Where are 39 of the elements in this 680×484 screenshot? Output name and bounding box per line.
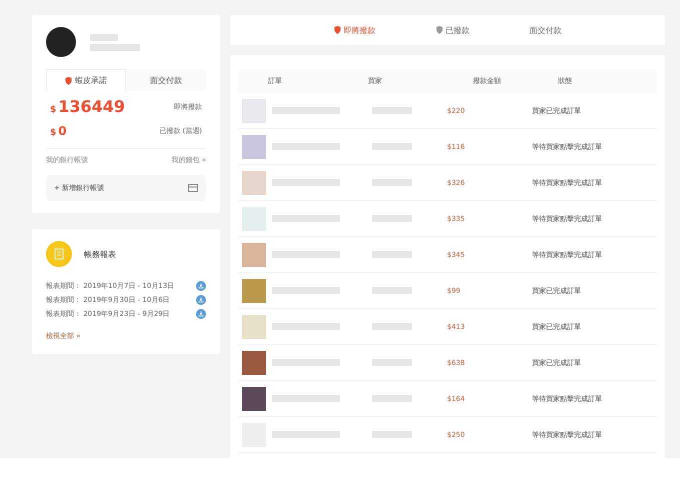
blurred-buyer	[372, 395, 412, 402]
blurred-buyer	[372, 215, 412, 222]
blurred-order	[272, 251, 340, 258]
avatar	[46, 27, 76, 57]
payout-tab[interactable]: 已撥款	[436, 24, 470, 36]
shield-icon	[436, 26, 442, 34]
blurred-name	[90, 34, 118, 40]
download-icon[interactable]	[196, 295, 206, 305]
card-icon	[188, 184, 198, 192]
balance-amount: $136449	[50, 97, 126, 116]
payout-tab[interactable]: 面交付款	[530, 24, 562, 36]
blurred-order	[272, 359, 340, 366]
shield-icon	[334, 26, 340, 34]
blurred-order	[272, 143, 340, 150]
blurred-order	[272, 107, 340, 114]
blurred-order	[272, 323, 340, 330]
blurred-buyer	[372, 323, 412, 330]
blurred-order	[272, 431, 340, 438]
blurred-buyer	[372, 179, 412, 186]
blurred-order	[272, 179, 340, 186]
blurred-order	[272, 215, 340, 222]
blurred-order	[272, 287, 340, 294]
blurred-buyer	[372, 359, 412, 366]
wallet-tab[interactable]: 面交付款	[126, 69, 206, 91]
blurred-buyer	[372, 251, 412, 258]
blurred-order	[272, 395, 340, 402]
blurred-buyer	[372, 107, 412, 114]
balance-amount: $ 0	[50, 124, 67, 138]
blurred-buyer	[372, 431, 412, 438]
payout-tab[interactable]: 即將撥款	[334, 24, 376, 36]
download-icon[interactable]	[196, 309, 206, 319]
report-icon	[46, 241, 72, 267]
blurred-buyer	[372, 143, 412, 150]
download-icon[interactable]	[196, 281, 206, 291]
blurred-username	[90, 44, 140, 50]
reports-title: 帳務報表	[84, 248, 116, 260]
blurred-buyer	[372, 287, 412, 294]
wallet-tab[interactable]: 蝦皮承諾	[46, 69, 126, 91]
shield-icon	[65, 76, 72, 84]
